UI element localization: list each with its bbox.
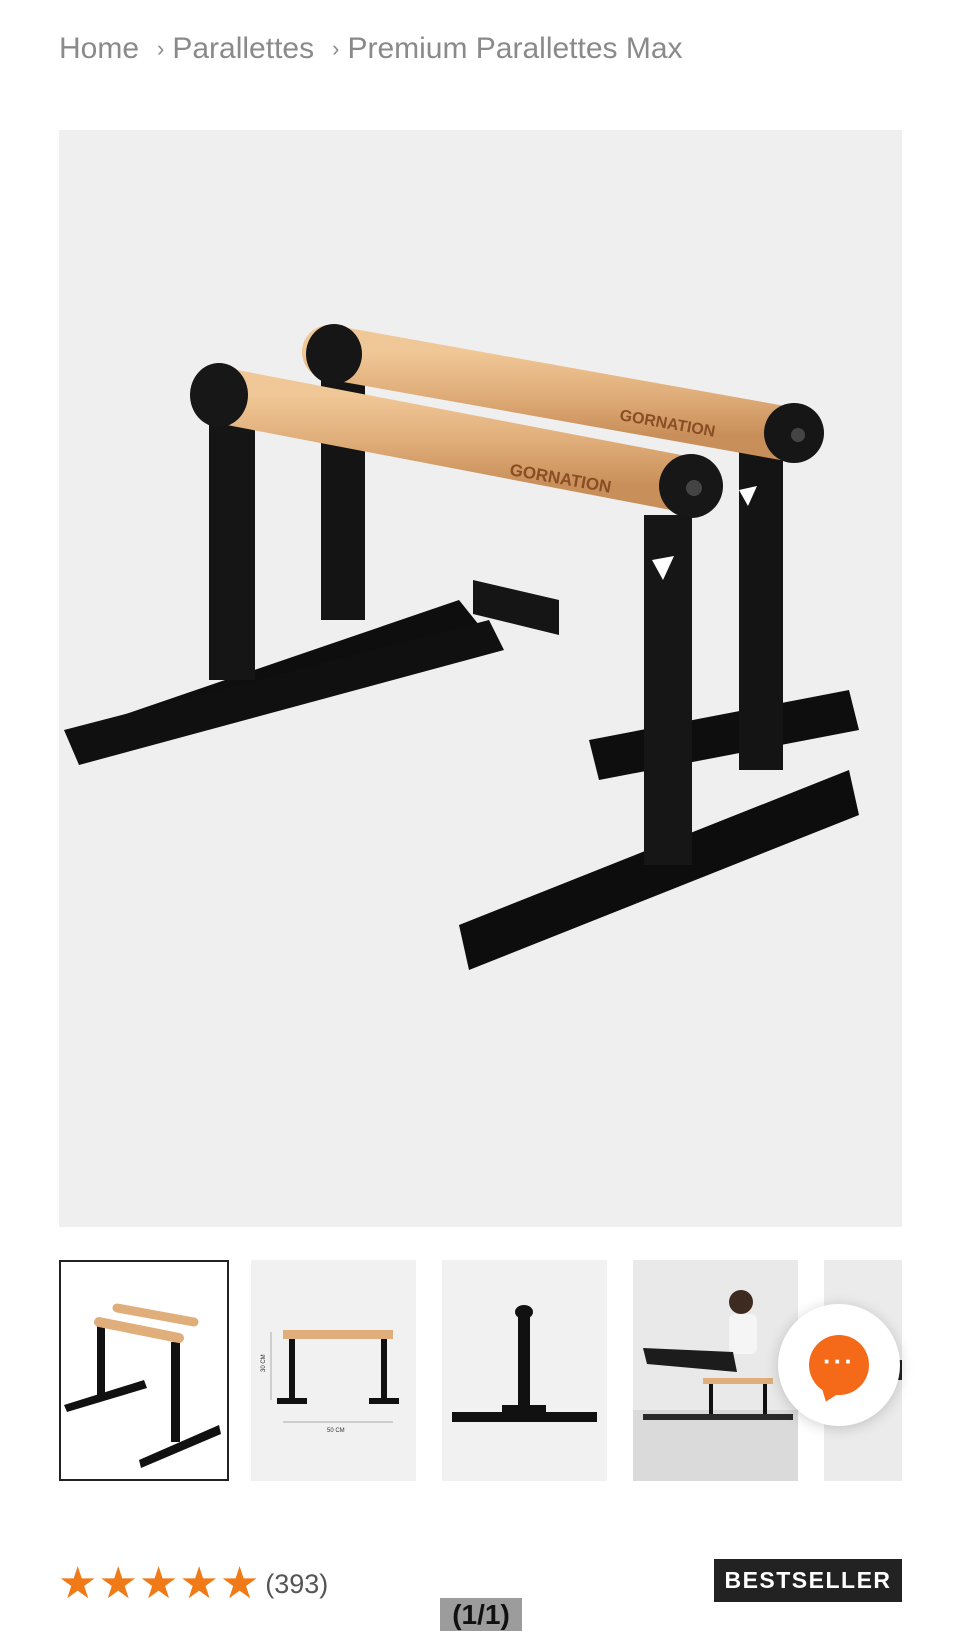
front-base-left <box>64 620 504 765</box>
chat-bubble-icon: ··· <box>809 1335 869 1395</box>
breadcrumb-category-link[interactable]: Parallettes <box>172 32 314 66</box>
product-rating[interactable]: ★ ★ ★ ★ ★ (393) <box>58 1562 328 1606</box>
breadcrumb-current-product: Premium Parallettes Max <box>347 32 683 65</box>
product-main-image[interactable]: GORNATION GORNATION <box>59 130 902 1227</box>
chat-button[interactable]: ··· <box>778 1304 900 1426</box>
gallery-counter: (1/1) <box>440 1598 522 1631</box>
thumbnail-1[interactable] <box>59 1260 229 1481</box>
back-base-right <box>589 690 859 780</box>
star-icon: ★ <box>58 1559 98 1608</box>
rating-stars: ★ ★ ★ ★ ★ <box>58 1562 259 1606</box>
star-icon: ★ <box>138 1559 179 1608</box>
parallettes-illustration: GORNATION GORNATION <box>64 324 859 970</box>
thumbnail-strip: 30 CM 50 CM <box>59 1260 902 1481</box>
breadcrumb-separator: › <box>332 36 340 61</box>
star-icon: ★ <box>219 1559 260 1608</box>
breadcrumb: Home › Parallettes › Premium Parallettes… <box>59 30 683 68</box>
breadcrumb-separator: › <box>157 36 165 61</box>
thumbnail-2[interactable]: 30 CM 50 CM <box>251 1260 416 1481</box>
review-count[interactable]: (393) <box>265 1569 328 1600</box>
breadcrumb-home-link[interactable]: Home <box>59 32 139 66</box>
bestseller-badge: BESTSELLER <box>714 1559 902 1602</box>
thumbnail-3[interactable] <box>442 1260 607 1481</box>
svg-text:30 CM: 30 CM <box>261 1354 267 1372</box>
star-icon: ★ <box>98 1559 138 1608</box>
svg-text:50 CM: 50 CM <box>327 1428 345 1434</box>
star-icon: ★ <box>179 1559 219 1608</box>
thumbnail-4[interactable] <box>633 1260 798 1481</box>
